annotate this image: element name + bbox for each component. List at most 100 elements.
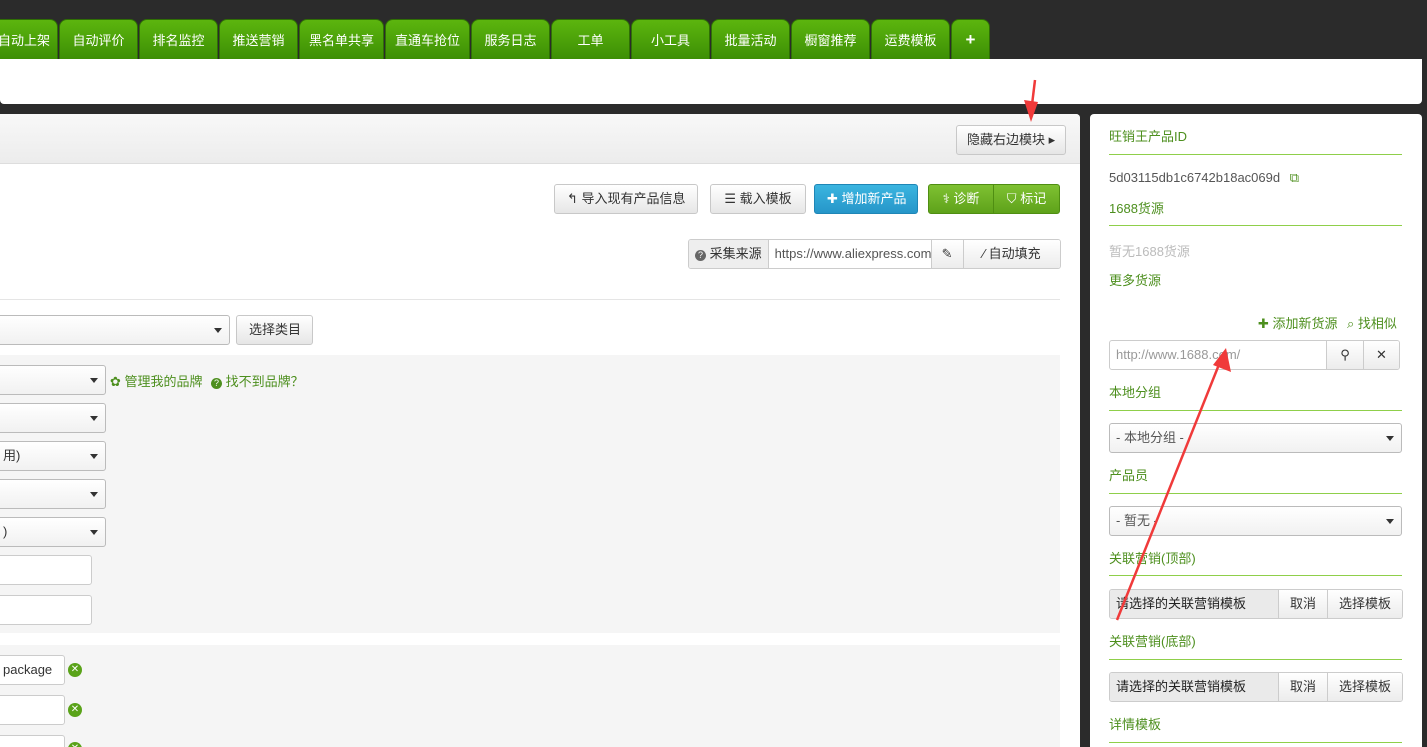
detail-template-title: 详情模板	[1109, 717, 1162, 732]
top-tab-bar: 自动上架 自动评价 排名监控 推送营销 黑名单共享 直通车抢位 服务日志 工单 …	[0, 19, 1000, 59]
tab-batch-activity[interactable]: 批量活动	[711, 19, 790, 59]
divider	[1109, 410, 1402, 411]
tab-shipping-template[interactable]: 运费模板	[871, 19, 950, 59]
brand-not-found-link[interactable]: ? 找不到品牌？	[211, 371, 304, 390]
search-icon: ⚲	[1340, 347, 1350, 362]
add-product-button[interactable]: ✚ 增加新产品	[814, 184, 918, 214]
remove-circle-icon[interactable]: ✕	[68, 703, 82, 717]
add-source-link[interactable]: ✚ 添加新货源	[1258, 313, 1338, 332]
divider	[1109, 225, 1402, 226]
category-select[interactable]	[0, 315, 230, 345]
tab-label: 直通车抢位	[394, 33, 460, 48]
tab-label: 自动评价	[72, 33, 125, 48]
choose-template-button[interactable]: 选择模板	[1326, 590, 1402, 618]
tab-label: 小工具	[650, 33, 690, 48]
reply-icon: ↰	[567, 191, 578, 206]
tab-push-marketing[interactable]: 推送营销	[219, 19, 298, 59]
add-tab-button[interactable]: +	[951, 19, 990, 59]
button-label: 标记	[1020, 191, 1047, 206]
attribute-input[interactable]	[0, 595, 92, 625]
main-panel-header: 隐藏右边模块 ▸	[0, 114, 1080, 164]
button-label: 诊断	[953, 191, 980, 206]
edit-source-button[interactable]: ✎	[930, 240, 963, 268]
button-label: 导入现有产品信息	[581, 191, 686, 206]
related-marketing-top-value: 请选择的关联营销模板	[1110, 590, 1278, 618]
tab-window-recommend[interactable]: 橱窗推荐	[791, 19, 870, 59]
source-url-input-group: http://www.1688.com/ ⚲ ✕	[1109, 340, 1400, 370]
related-marketing-bottom-value: 请选择的关联营销模板	[1110, 673, 1278, 701]
copy-icon[interactable]: ⧉	[1290, 170, 1299, 185]
source-label: ? 采集来源	[689, 240, 769, 268]
local-group-title: 本地分组	[1109, 385, 1162, 400]
tab-label: 排名监控	[152, 33, 205, 48]
load-template-button[interactable]: ☰ 载入模板	[710, 184, 806, 214]
tab-label: 服务日志	[484, 33, 537, 48]
source-1688-title: 1688货源	[1109, 201, 1164, 216]
button-label: 载入模板	[739, 191, 792, 206]
brand-select[interactable]	[0, 365, 106, 395]
staff-select[interactable]: - 暂无 -	[1109, 506, 1402, 536]
tab-blacklist-share[interactable]: 黑名单共享	[299, 19, 384, 59]
plus-icon: ✚	[827, 191, 838, 206]
source-url-field[interactable]: http://www.1688.com/	[1110, 341, 1326, 369]
autofill-button[interactable]: ⁄ 自动填充	[962, 240, 1060, 268]
mark-button[interactable]: ⛉ 标记	[993, 184, 1060, 214]
link-label: 管理我的品牌	[124, 374, 203, 389]
custom-attribute-input[interactable]	[0, 695, 65, 725]
choose-category-button[interactable]: 选择类目	[236, 315, 313, 345]
attribute-select[interactable]	[0, 479, 106, 509]
plus-icon: ✚	[1258, 316, 1269, 331]
button-label: 自动填充	[988, 246, 1041, 261]
cancel-button[interactable]: 取消	[1277, 673, 1327, 701]
cancel-button[interactable]: 取消	[1277, 590, 1327, 618]
custom-attribute-input[interactable]: package	[0, 655, 65, 685]
magic-wand-icon: ⁄	[982, 246, 986, 261]
attribute-select[interactable]: )	[0, 517, 106, 547]
attribute-input[interactable]	[0, 555, 92, 585]
search-button[interactable]: ⚲	[1326, 341, 1363, 369]
divider	[0, 299, 1060, 300]
choose-template-button[interactable]: 选择模板	[1326, 673, 1402, 701]
divider	[1109, 493, 1402, 494]
search-icon: ⌕	[1347, 316, 1355, 331]
divider	[1109, 742, 1402, 743]
attribute-select[interactable]	[0, 403, 106, 433]
manage-brand-link[interactable]: ✿ 管理我的品牌	[110, 371, 203, 390]
edit-icon: ✎	[941, 246, 953, 261]
import-product-button[interactable]: ↰ 导入现有产品信息	[554, 184, 698, 214]
close-icon: ✕	[1376, 347, 1387, 362]
diagnose-button[interactable]: ⚕ 诊断	[928, 184, 994, 214]
button-label: 隐藏右边模块 ▸	[967, 132, 1056, 147]
right-side-panel: 旺销王产品ID 5d03115db1c6742b18ac069d ⧉ 1688货…	[1090, 114, 1422, 747]
local-group-select[interactable]: - 本地分组 -	[1109, 423, 1402, 453]
source-url-input[interactable]: https://www.aliexpress.com	[769, 240, 931, 268]
related-marketing-bottom-group: 请选择的关联营销模板 取消 选择模板	[1109, 672, 1403, 702]
remove-circle-icon[interactable]: ✕	[68, 663, 82, 677]
tab-label: 黑名单共享	[308, 33, 374, 48]
question-icon: ?	[695, 250, 706, 261]
link-label: 找不到品牌？	[225, 374, 304, 389]
link-label: 添加新货源	[1272, 316, 1338, 331]
divider	[1109, 154, 1402, 155]
main-panel: 隐藏右边模块 ▸ ↰ 导入现有产品信息 ☰ 载入模板 ✚ 增加新产品 ⚕ 诊断 …	[0, 114, 1080, 747]
tab-auto-listing[interactable]: 自动上架	[0, 19, 58, 59]
tag-icon: ⛉	[1006, 191, 1017, 206]
clear-button[interactable]: ✕	[1363, 341, 1399, 369]
tab-rank-monitor[interactable]: 排名监控	[139, 19, 218, 59]
hide-right-panel-button[interactable]: 隐藏右边模块 ▸	[956, 125, 1067, 155]
more-source-title: 更多货源	[1109, 273, 1162, 288]
tab-tools[interactable]: 小工具	[631, 19, 710, 59]
tab-label: 自动上架	[0, 33, 50, 48]
staff-title: 产品员	[1109, 468, 1149, 483]
remove-circle-icon[interactable]: ✕	[68, 742, 82, 747]
custom-attribute-input[interactable]	[0, 735, 65, 747]
attribute-select[interactable]: 用)	[0, 441, 106, 471]
tab-label: 运费模板	[884, 33, 937, 48]
tab-work-order[interactable]: 工单	[551, 19, 630, 59]
tab-auto-review[interactable]: 自动评价	[59, 19, 138, 59]
list-icon: ☰	[724, 191, 736, 206]
tab-service-log[interactable]: 服务日志	[471, 19, 550, 59]
attribute-form-block: ✿ 管理我的品牌 ? 找不到品牌？ 用) )	[0, 355, 1060, 633]
tab-express-bid[interactable]: 直通车抢位	[385, 19, 470, 59]
find-similar-link[interactable]: ⌕ 找相似	[1347, 313, 1397, 332]
